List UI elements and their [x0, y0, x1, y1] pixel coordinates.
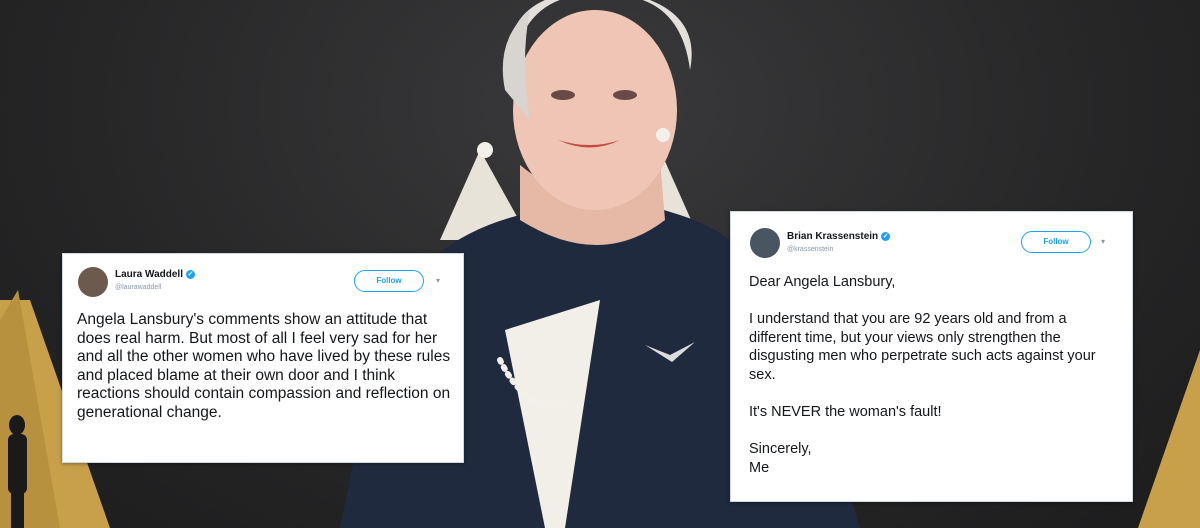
tweet-paragraph: Dear Angela Lansbury, — [749, 274, 896, 290]
tweet-paragraph: It's NEVER the woman's fault! — [749, 404, 942, 421]
tweet-paragraph: Sincerely, Me — [749, 441, 812, 476]
display-name-text[interactable]: Laura Waddell — [115, 269, 183, 280]
tweet-card-laura[interactable]: Laura Waddell ✓ @laurawaddell Follow ▾ An… — [62, 253, 464, 463]
avatar[interactable] — [750, 228, 780, 258]
verified-badge-icon: ✓ — [185, 269, 195, 279]
tweet-paragraph: I understand that you are 92 years old a… — [749, 311, 1100, 383]
display-name[interactable]: Brian Krassenstein ✓ — [787, 231, 891, 242]
tweet-body: Angela Lansbury's comments show an attit… — [77, 311, 451, 421]
verified-badge-icon: ✓ — [881, 231, 891, 241]
display-name[interactable]: Laura Waddell ✓ — [115, 269, 195, 280]
chevron-down-icon[interactable]: ▾ — [436, 276, 440, 285]
tweet-card-brian[interactable]: Brian Krassenstein ✓ @krassenstein Follow… — [730, 211, 1133, 502]
follow-button[interactable]: Follow — [1021, 231, 1091, 253]
chevron-down-icon[interactable]: ▾ — [1101, 237, 1105, 246]
handle[interactable]: @laurawaddell — [115, 284, 161, 291]
gold-triangle-right — [1138, 350, 1200, 528]
avatar[interactable] — [78, 267, 108, 297]
follow-button[interactable]: Follow — [354, 270, 424, 292]
display-name-text[interactable]: Brian Krassenstein — [787, 231, 878, 242]
handle[interactable]: @krassenstein — [787, 246, 833, 253]
face — [513, 10, 677, 210]
tweet-body: Dear Angela Lansbury, I understand that … — [749, 273, 1119, 478]
